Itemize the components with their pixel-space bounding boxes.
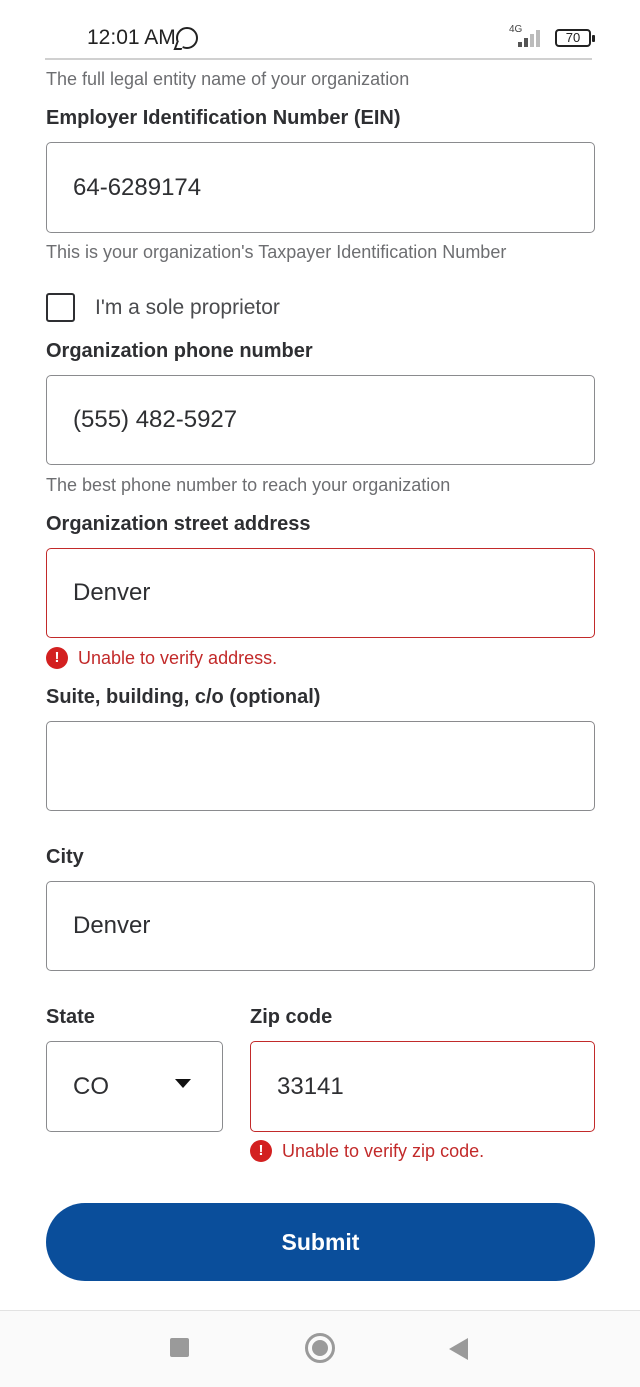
error-icon: ! (250, 1140, 272, 1162)
street-input[interactable]: Denver (46, 548, 595, 638)
signal-icon (518, 29, 546, 47)
street-value: Denver (73, 579, 151, 606)
whatsapp-icon (176, 27, 198, 49)
status-time: 12:01 AM (87, 26, 176, 49)
legal-name-helper: The full legal entity name of your organ… (46, 69, 410, 89)
recents-icon[interactable] (170, 1338, 189, 1357)
sole-proprietor-checkbox[interactable] (46, 293, 75, 322)
street-label: Organization street address (46, 513, 311, 535)
zip-label: Zip code (250, 1006, 333, 1028)
phone-label: Organization phone number (46, 340, 313, 362)
home-icon[interactable] (305, 1333, 335, 1363)
ein-label: Employer Identification Number (EIN) (46, 107, 401, 129)
phone-input[interactable]: (555) 482-5927 (46, 375, 595, 465)
chevron-down-icon[interactable] (175, 1079, 191, 1088)
street-error-text: Unable to verify address. (78, 648, 278, 668)
system-nav-bar (0, 1310, 640, 1387)
sole-proprietor-label[interactable]: I'm a sole proprietor (95, 296, 280, 320)
submit-button[interactable]: Submit (46, 1203, 595, 1281)
city-value: Denver (73, 912, 151, 939)
status-bar: 12:01 AM 4G 70 (0, 0, 640, 58)
suite-label: Suite, building, c/o (optional) (46, 686, 321, 708)
state-label: State (46, 1006, 95, 1028)
phone-value: (555) 482-5927 (73, 406, 238, 433)
error-icon: ! (46, 647, 68, 669)
ein-input[interactable]: 64-6289174 (46, 142, 595, 233)
battery-icon: 70 (555, 29, 595, 47)
zip-input[interactable]: 33141 (250, 1041, 595, 1132)
divider (45, 58, 592, 60)
phone-helper: The best phone number to reach your orga… (46, 475, 451, 495)
ein-helper: This is your organization's Taxpayer Ide… (46, 242, 507, 262)
zip-error-text: Unable to verify zip code. (282, 1141, 485, 1161)
city-input[interactable]: Denver (46, 881, 595, 971)
zip-value: 33141 (277, 1072, 344, 1100)
state-value: CO (73, 1072, 109, 1100)
ein-value: 64-6289174 (73, 173, 202, 201)
suite-input[interactable] (46, 721, 595, 811)
state-select[interactable]: CO (46, 1041, 223, 1132)
city-label: City (46, 846, 84, 868)
back-icon[interactable] (449, 1338, 468, 1360)
